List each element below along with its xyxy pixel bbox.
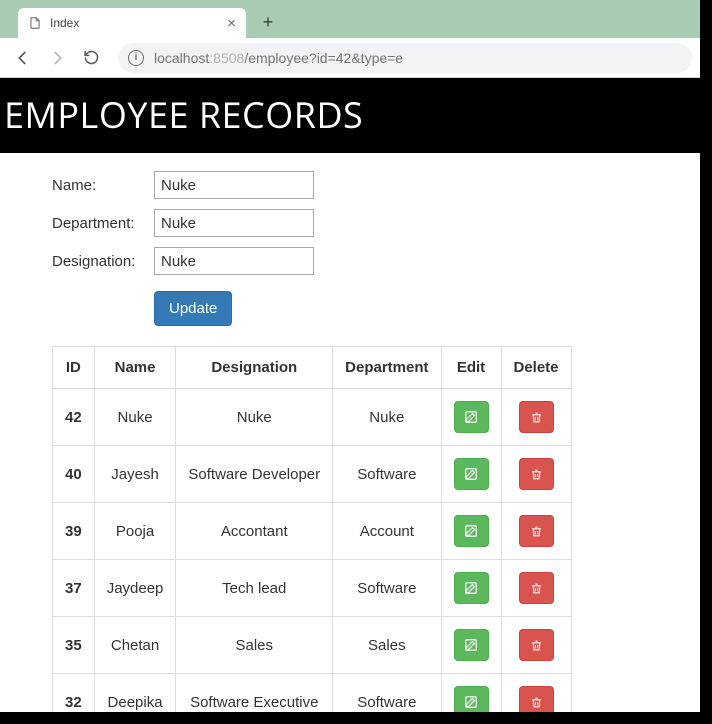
trash-icon xyxy=(530,696,543,709)
cell-designation: Tech lead xyxy=(176,560,333,617)
cell-name: Jaydeep xyxy=(94,560,176,617)
department-label: Department: xyxy=(52,215,154,232)
cell-name: Chetan xyxy=(94,617,176,674)
url-host: localhost xyxy=(154,50,209,66)
table-row: 40JayeshSoftware DeveloperSoftware xyxy=(53,446,572,503)
table-row: 42NukeNukeNuke xyxy=(53,389,572,446)
cell-designation: Nuke xyxy=(176,389,333,446)
edit-button[interactable] xyxy=(454,515,489,547)
col-id: ID xyxy=(53,347,95,389)
cell-id: 40 xyxy=(53,446,95,503)
cell-designation: Software Executive xyxy=(176,674,333,713)
new-tab-button[interactable]: + xyxy=(254,8,282,36)
site-info-icon[interactable]: i xyxy=(128,50,144,66)
col-delete: Delete xyxy=(501,347,571,389)
department-input[interactable] xyxy=(154,209,314,237)
designation-label: Designation: xyxy=(52,253,154,270)
cell-designation: Software Developer xyxy=(176,446,333,503)
trash-icon xyxy=(530,639,543,652)
cell-department: Software xyxy=(333,560,441,617)
edit-button[interactable] xyxy=(454,572,489,604)
pencil-icon xyxy=(464,581,478,595)
cell-department: Account xyxy=(333,503,441,560)
designation-input[interactable] xyxy=(154,247,314,275)
cell-id: 42 xyxy=(53,389,95,446)
cell-designation: Sales xyxy=(176,617,333,674)
table-row: 35ChetanSalesSales xyxy=(53,617,572,674)
cell-id: 35 xyxy=(53,617,95,674)
page-viewport: EMPLOYEE RECORDS Name: Department: Desig… xyxy=(0,78,700,712)
delete-button[interactable] xyxy=(519,458,554,490)
col-name: Name xyxy=(94,347,176,389)
cell-id: 32 xyxy=(53,674,95,713)
page-title: EMPLOYEE RECORDS xyxy=(4,90,696,139)
col-department: Department xyxy=(333,347,441,389)
pencil-icon xyxy=(464,524,478,538)
cell-name: Nuke xyxy=(94,389,176,446)
table-row: 37JaydeepTech leadSoftware xyxy=(53,560,572,617)
back-button[interactable] xyxy=(8,43,38,73)
pencil-icon xyxy=(464,638,478,652)
page-header: EMPLOYEE RECORDS xyxy=(0,78,700,153)
cell-designation: Accontant xyxy=(176,503,333,560)
cell-name: Deepika xyxy=(94,674,176,713)
url-port: :8508 xyxy=(209,50,244,66)
col-edit: Edit xyxy=(441,347,501,389)
cell-name: Pooja xyxy=(94,503,176,560)
name-label: Name: xyxy=(52,177,154,194)
update-button[interactable]: Update xyxy=(154,291,232,326)
browser-tab[interactable]: Index × xyxy=(18,8,246,38)
cell-id: 39 xyxy=(53,503,95,560)
edit-button[interactable] xyxy=(454,686,489,712)
pencil-icon xyxy=(464,467,478,481)
url-path: /employee?id=42&type=e xyxy=(244,50,403,66)
edit-button[interactable] xyxy=(454,401,489,433)
cell-id: 37 xyxy=(53,560,95,617)
pencil-icon xyxy=(464,410,478,424)
edit-button[interactable] xyxy=(454,629,489,661)
delete-button[interactable] xyxy=(519,686,554,712)
trash-icon xyxy=(530,411,543,424)
delete-button[interactable] xyxy=(519,572,554,604)
delete-button[interactable] xyxy=(519,629,554,661)
browser-toolbar: i localhost:8508/employee?id=42&type=e xyxy=(0,38,700,78)
trash-icon xyxy=(530,525,543,538)
close-tab-icon[interactable]: × xyxy=(227,15,236,32)
edit-button[interactable] xyxy=(454,458,489,490)
table-row: 39PoojaAccontantAccount xyxy=(53,503,572,560)
forward-button[interactable] xyxy=(42,43,72,73)
trash-icon xyxy=(530,582,543,595)
cell-department: Sales xyxy=(333,617,441,674)
employee-table: ID Name Designation Department Edit Dele… xyxy=(52,346,572,712)
tab-strip: Index × + xyxy=(0,0,700,38)
delete-button[interactable] xyxy=(519,401,554,433)
cell-department: Software xyxy=(333,446,441,503)
pencil-icon xyxy=(464,695,478,709)
name-input[interactable] xyxy=(154,171,314,199)
table-row: 32DeepikaSoftware ExecutiveSoftware xyxy=(53,674,572,713)
col-designation: Designation xyxy=(176,347,333,389)
trash-icon xyxy=(530,468,543,481)
reload-button[interactable] xyxy=(76,43,106,73)
cell-name: Jayesh xyxy=(94,446,176,503)
cell-department: Software xyxy=(333,674,441,713)
tab-title: Index xyxy=(50,16,79,30)
delete-button[interactable] xyxy=(519,515,554,547)
cell-department: Nuke xyxy=(333,389,441,446)
file-icon xyxy=(28,16,42,30)
address-bar[interactable]: i localhost:8508/employee?id=42&type=e xyxy=(118,43,692,73)
